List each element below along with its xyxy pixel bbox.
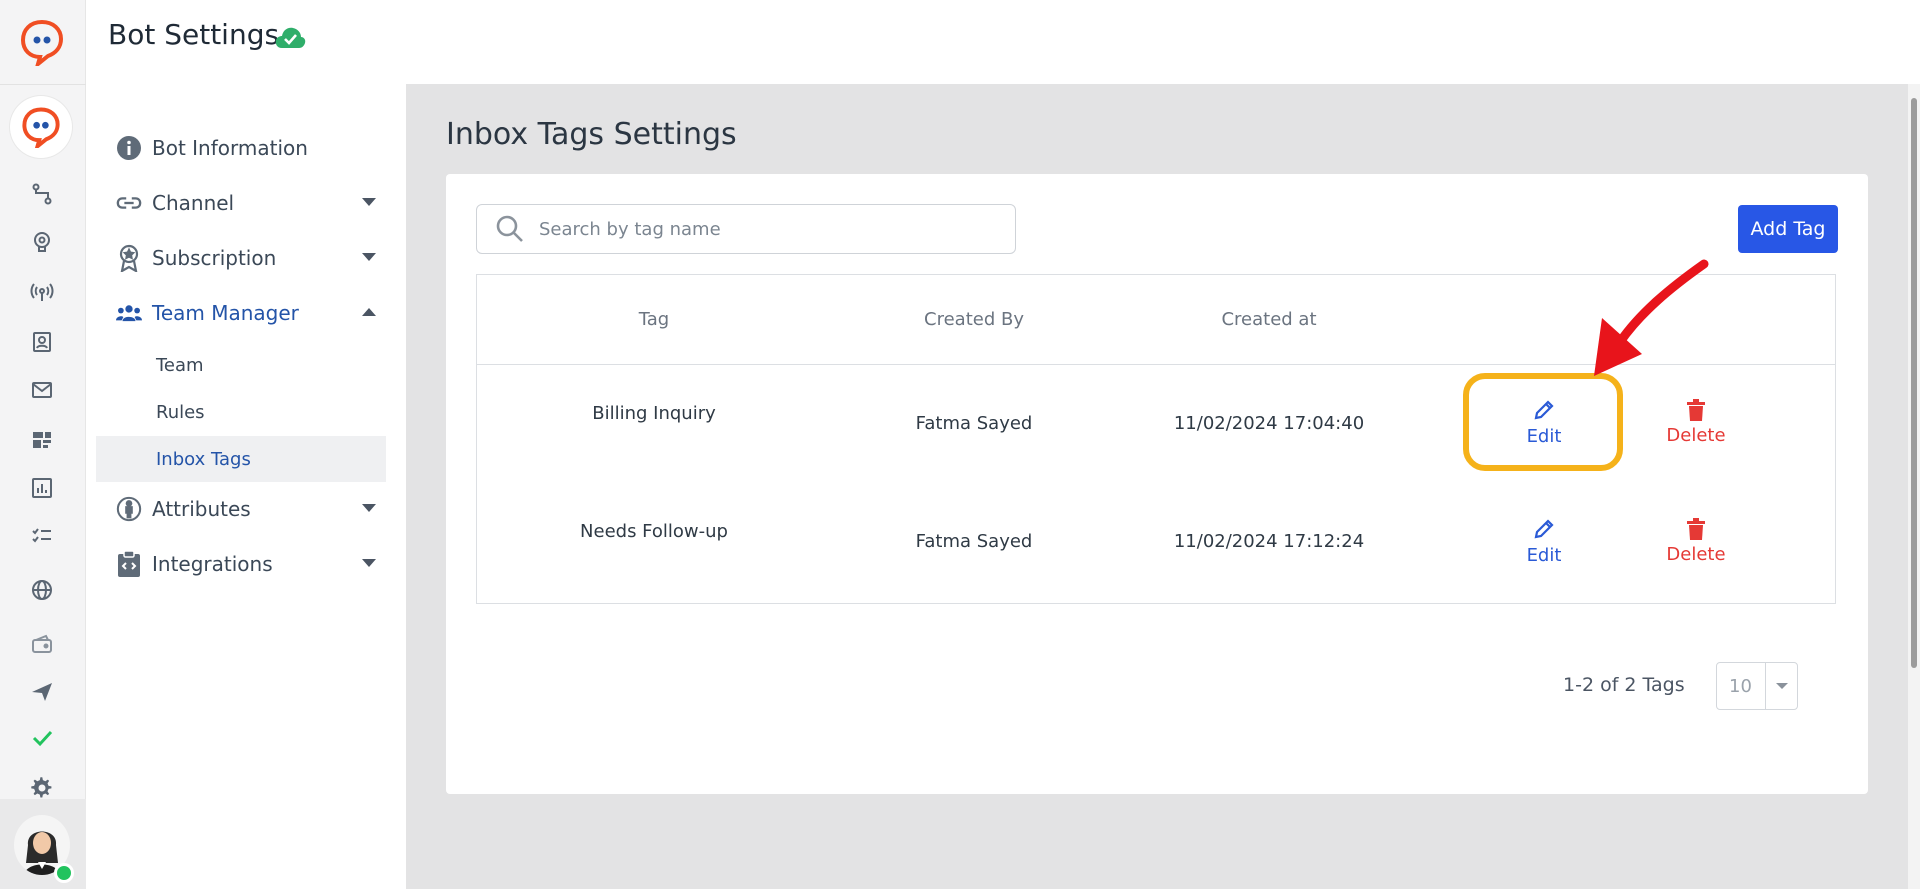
page-title: Bot Settings <box>108 18 280 51</box>
trash-icon <box>1687 398 1705 421</box>
edit-button[interactable]: Edit <box>1484 501 1604 581</box>
brain-icon[interactable] <box>26 226 58 258</box>
check-icon[interactable] <box>26 722 58 754</box>
code-clipboard-icon <box>116 550 142 577</box>
wallet-icon[interactable] <box>26 628 58 660</box>
column-header-tag[interactable]: Tag <box>477 309 831 330</box>
nav-channel[interactable]: Channel <box>116 183 376 223</box>
add-tag-button[interactable]: Add Tag <box>1738 205 1838 253</box>
rail-divider <box>0 84 86 85</box>
pagination-summary: 1-2 of 2 Tags <box>1563 674 1685 696</box>
chevron-down-icon <box>1776 683 1788 689</box>
nav-integrations[interactable]: Integrations <box>116 544 376 584</box>
award-icon <box>116 244 142 272</box>
tag-name: Billing Inquiry <box>592 403 716 424</box>
select-divider <box>1765 663 1766 709</box>
broadcast-icon[interactable] <box>26 276 58 308</box>
main-content: Inbox Tags Settings Add Tag Tag Created … <box>406 84 1920 889</box>
analytics-icon[interactable] <box>26 472 58 504</box>
nav-subscription[interactable]: Subscription <box>116 238 376 278</box>
users-icon <box>116 300 142 326</box>
chevron-down-icon <box>362 253 376 261</box>
delete-label: Delete <box>1666 543 1726 565</box>
tasks-icon[interactable] <box>26 520 58 552</box>
created-by: Fatma Sayed <box>915 531 1033 552</box>
search-box[interactable] <box>476 204 1016 254</box>
globe-icon[interactable] <box>26 574 58 606</box>
delete-button[interactable]: Delete <box>1636 501 1756 581</box>
nav-label: Team Manager <box>152 301 299 325</box>
link-icon <box>116 190 142 216</box>
highlight-annotation <box>1463 373 1623 471</box>
send-icon[interactable] <box>26 676 58 708</box>
trash-icon <box>1687 517 1705 540</box>
delete-button[interactable]: Delete <box>1636 382 1756 462</box>
settings-sidebar: Bot Information Channel Subscription Tea… <box>86 84 406 889</box>
created-by: Fatma Sayed <box>915 413 1033 434</box>
dashboard-icon[interactable] <box>26 424 58 456</box>
column-header-created-by[interactable]: Created By <box>831 309 1117 330</box>
annotation-arrow-icon <box>1594 259 1709 376</box>
section-title: Inbox Tags Settings <box>446 117 737 152</box>
user-area <box>0 799 86 889</box>
info-icon <box>116 135 142 161</box>
chevron-down-icon <box>362 559 376 567</box>
vertical-scrollbar[interactable] <box>1908 84 1920 889</box>
nav-label: Integrations <box>152 552 273 576</box>
page-size-value: 10 <box>1729 675 1752 697</box>
nav-label: Subscription <box>152 246 277 270</box>
nav-attributes[interactable]: Attributes <box>116 489 376 529</box>
nav-team-manager[interactable]: Team Manager <box>116 293 376 333</box>
edit-label: Edit <box>1526 544 1562 566</box>
bot-avatar[interactable] <box>10 96 72 158</box>
contacts-icon[interactable] <box>26 326 58 358</box>
scrollbar-thumb[interactable] <box>1911 98 1917 668</box>
flow-icon[interactable] <box>26 178 58 210</box>
cloud-check-icon <box>275 27 306 48</box>
search-icon <box>496 215 523 242</box>
nav-label: Bot Information <box>152 136 308 160</box>
page-size-select[interactable]: 10 <box>1716 662 1798 710</box>
nav-label: Attributes <box>152 497 251 521</box>
mail-icon[interactable] <box>26 374 58 406</box>
search-input[interactable] <box>539 218 999 240</box>
nav-label: Channel <box>152 191 235 215</box>
delete-label: Delete <box>1666 424 1726 446</box>
icon-rail <box>0 0 86 889</box>
chevron-up-icon <box>362 308 376 316</box>
table-row: Billing Inquiry Fatma Sayed 11/02/2024 1… <box>477 365 1835 483</box>
created-at: 11/02/2024 17:04:40 <box>1173 413 1365 434</box>
tag-name: Needs Follow-up <box>580 521 728 542</box>
chevron-down-icon <box>362 198 376 206</box>
bot-logo-icon <box>22 107 60 148</box>
person-icon <box>116 496 142 522</box>
app-logo-icon[interactable] <box>18 18 66 66</box>
chevron-down-icon <box>362 504 376 512</box>
created-at: 11/02/2024 17:12:24 <box>1173 531 1365 552</box>
pencil-icon <box>1534 518 1554 538</box>
online-status-indicator <box>54 863 74 883</box>
sub-nav-rules[interactable]: Rules <box>96 389 386 435</box>
nav-bot-information[interactable]: Bot Information <box>116 128 376 168</box>
sub-nav-team[interactable]: Team <box>96 342 386 388</box>
header: Bot Settings <box>86 0 1920 84</box>
sub-nav-inbox-tags[interactable]: Inbox Tags <box>96 436 386 482</box>
column-header-created-at[interactable]: Created at <box>1117 309 1421 330</box>
table-row: Needs Follow-up Fatma Sayed 11/02/2024 1… <box>477 483 1835 601</box>
